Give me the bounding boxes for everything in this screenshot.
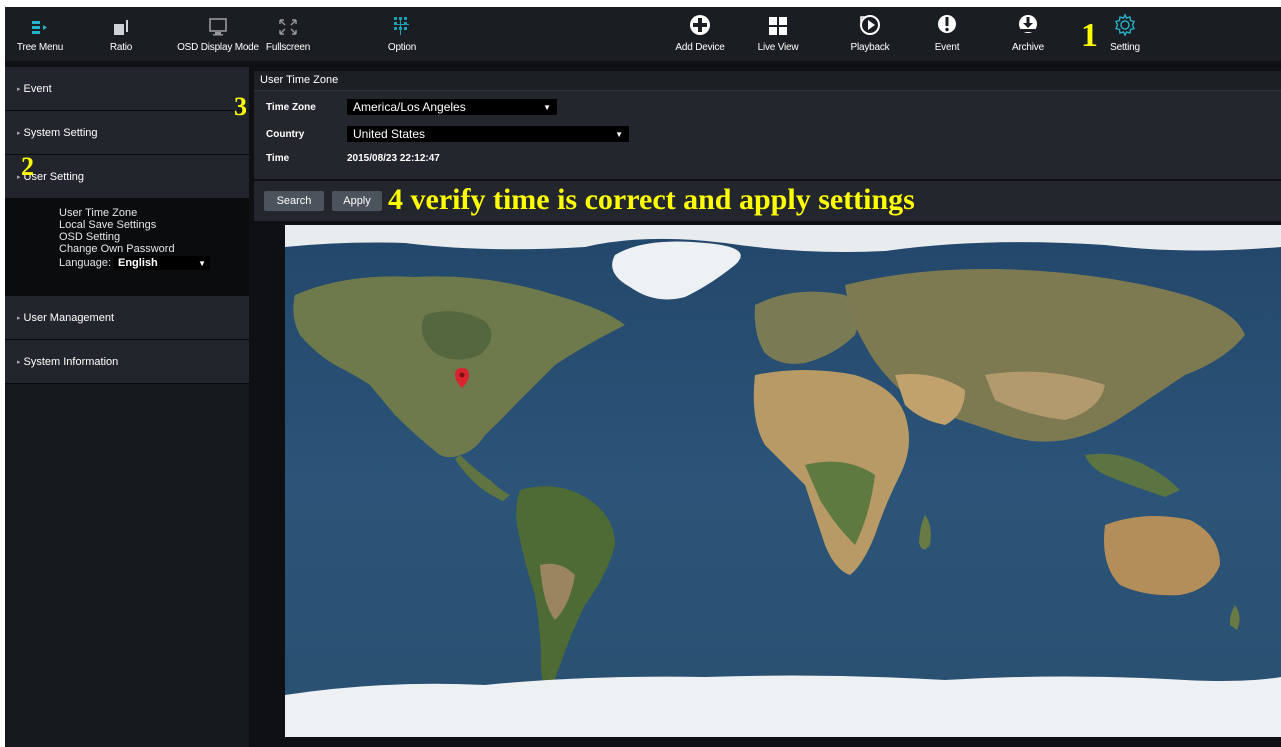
sidebar-item-system-information[interactable]: ▸ System Information <box>5 340 249 384</box>
four-squares-icon <box>767 7 789 37</box>
tree-menu-icon <box>30 7 50 37</box>
user-setting-submenu: User Time Zone Local Save Settings OSD S… <box>5 199 249 296</box>
country-select[interactable]: United States ▼ <box>347 126 629 142</box>
playback-button[interactable]: Playback <box>845 7 895 61</box>
chevron-down-icon: ▼ <box>543 102 551 112</box>
world-map[interactable] <box>285 225 1281 737</box>
caret-right-icon: ▸ <box>17 173 21 181</box>
time-zone-row: Time Zone America/Los Angeles ▼ <box>266 99 557 115</box>
submenu-user-time-zone[interactable]: User Time Zone <box>59 207 249 219</box>
sidebar-item-system-setting[interactable]: ▸ System Setting <box>5 111 249 155</box>
time-zone-label: Time Zone <box>266 101 316 113</box>
time-label: Time <box>266 153 290 164</box>
live-view-button[interactable]: Live View <box>753 7 803 61</box>
search-button[interactable]: Search <box>264 191 324 211</box>
archive-download-icon <box>1016 7 1040 37</box>
sidebar-item-event[interactable]: ▸ Event <box>5 67 249 111</box>
submenu-local-save-settings[interactable]: Local Save Settings <box>59 219 249 231</box>
add-device-button[interactable]: Add Device <box>670 7 730 61</box>
country-label: Country <box>266 128 305 140</box>
chevron-down-icon: ▼ <box>198 258 206 268</box>
caret-right-icon: ▸ <box>17 85 21 93</box>
user-time-zone-panel: User Time Zone Time Zone America/Los Ang… <box>254 71 1281 179</box>
caret-right-icon: ▸ <box>17 129 21 137</box>
apply-button[interactable]: Apply <box>332 191 382 211</box>
time-value: 2015/08/23 22:12:47 <box>347 153 440 164</box>
play-circle-icon <box>858 7 882 37</box>
country-row: Country United States ▼ <box>266 126 629 142</box>
monitor-icon <box>207 7 229 37</box>
annotation-step-2: 2 <box>21 152 34 181</box>
ratio-button[interactable]: Ratio <box>101 7 141 61</box>
annotation-step-3: 3 <box>234 92 247 121</box>
chevron-down-icon: ▼ <box>615 129 623 139</box>
app-window: Tree Menu Ratio OSD Display Mode Fullscr… <box>5 7 1281 747</box>
annotation-step-4: 4 verify time is correct and apply setti… <box>388 183 915 216</box>
grid-option-icon <box>391 7 413 37</box>
osd-display-mode-button[interactable]: OSD Display Mode <box>173 7 263 61</box>
gear-icon <box>1113 7 1137 37</box>
fullscreen-button[interactable]: Fullscreen <box>263 7 313 61</box>
option-button[interactable]: Option <box>377 7 427 61</box>
annotation-step-1: 1 <box>1081 17 1098 54</box>
setting-button[interactable]: Setting <box>1105 7 1145 61</box>
language-label: Language: <box>59 257 111 269</box>
fullscreen-icon <box>277 7 299 37</box>
language-select[interactable]: English ▼ <box>114 256 210 270</box>
submenu-change-own-password[interactable]: Change Own Password <box>59 243 249 255</box>
tree-menu-button[interactable]: Tree Menu <box>15 7 65 61</box>
time-row: Time 2015/08/23 22:12:47 <box>266 153 440 164</box>
event-button[interactable]: Event <box>927 7 967 61</box>
plus-circle-icon <box>688 7 712 37</box>
archive-button[interactable]: Archive <box>1003 7 1053 61</box>
panel-title: User Time Zone <box>254 71 1281 91</box>
submenu-osd-setting[interactable]: OSD Setting <box>59 231 249 243</box>
ratio-icon <box>111 7 131 37</box>
caret-right-icon: ▸ <box>17 314 21 322</box>
antarctica-shape <box>285 675 1281 737</box>
time-zone-select[interactable]: America/Los Angeles ▼ <box>347 99 557 115</box>
alert-icon <box>936 7 958 37</box>
caret-right-icon: ▸ <box>17 358 21 366</box>
sidebar-item-user-setting[interactable]: ▸ User Setting <box>5 155 249 199</box>
sidebar-item-user-management[interactable]: ▸ User Management <box>5 296 249 340</box>
sidebar: ▸ Event ▸ System Setting ▸ User Setting … <box>5 67 249 747</box>
